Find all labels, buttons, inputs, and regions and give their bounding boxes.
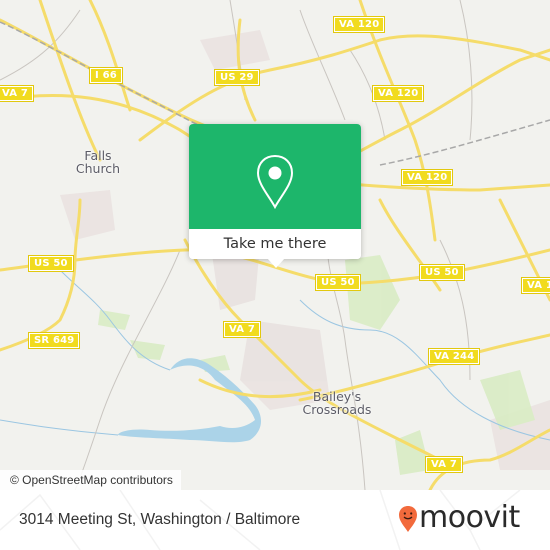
road-shield-va-244: VA 244 xyxy=(427,348,481,365)
road-shield-va-7: VA 7 xyxy=(222,321,262,338)
road-shield-us-50: US 50 xyxy=(419,264,465,281)
road-shield-va-1: VA 1 xyxy=(520,277,550,294)
road-shield-va-120: VA 120 xyxy=(332,16,386,33)
take-me-there-button[interactable]: Take me there xyxy=(189,229,361,259)
footer-bar: 3014 Meeting St, Washington / Baltimore … xyxy=(0,490,550,550)
road-shield-us-50: US 50 xyxy=(28,255,74,272)
road-shield-va-120: VA 120 xyxy=(400,169,454,186)
road-shield-va-120: VA 120 xyxy=(371,85,425,102)
moovit-pin-icon xyxy=(399,506,417,532)
map-attribution[interactable]: © OpenStreetMap contributors xyxy=(0,470,181,490)
moovit-wordmark: moovit xyxy=(419,500,520,535)
road-shield-us-50: US 50 xyxy=(315,274,361,291)
road-shield-va-7: VA 7 xyxy=(424,456,464,473)
location-popup[interactable]: Take me there xyxy=(189,124,361,268)
map-pin-icon xyxy=(256,154,294,210)
road-shield-i-66: I 66 xyxy=(89,67,123,84)
road-shield-sr-649: SR 649 xyxy=(27,332,81,349)
place-label-baileys-crossroads: Bailey's Crossroads xyxy=(302,389,372,417)
road-shield-us-29: US 29 xyxy=(214,69,260,86)
place-label-falls-church: Falls Church xyxy=(75,148,121,176)
road-shield-va-7: VA 7 xyxy=(0,85,35,102)
address-label: 3014 Meeting St, Washington / Baltimore xyxy=(19,511,301,528)
popup-pointer xyxy=(267,258,285,268)
popup-header[interactable] xyxy=(189,124,361,229)
